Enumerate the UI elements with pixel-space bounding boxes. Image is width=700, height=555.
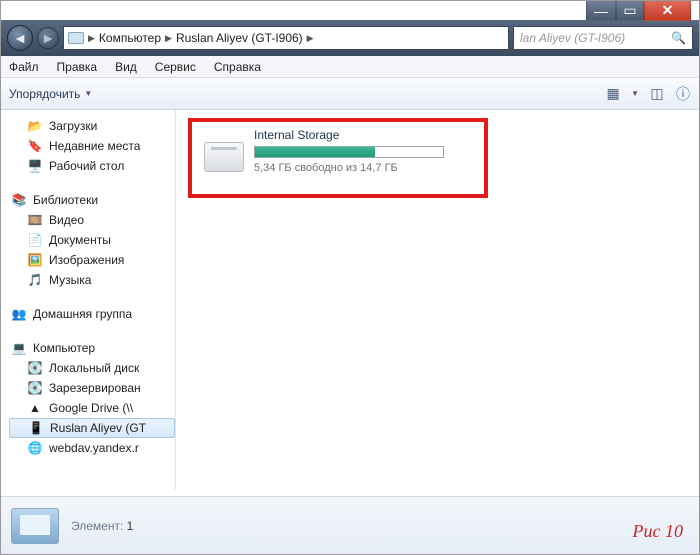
tree-gdrive[interactable]: ▲Google Drive (\\ xyxy=(9,398,175,418)
window-close-button[interactable]: ✕ xyxy=(644,1,691,21)
storage-title: Internal Storage xyxy=(254,128,444,142)
tree-recent[interactable]: 🔖Недавние места xyxy=(9,136,175,156)
tree-computer[interactable]: 💻Компьютер xyxy=(9,338,175,358)
storage-bar-fill xyxy=(255,147,375,157)
view-options-icon[interactable]: ▦ xyxy=(605,86,621,102)
chevron-right-icon: ▶ xyxy=(307,33,314,44)
document-icon: 📄 xyxy=(27,232,43,248)
preview-pane-icon[interactable]: ◫ xyxy=(649,86,665,102)
back-button[interactable]: ◄ xyxy=(7,25,33,51)
storage-subtitle: 5,34 ГБ свободно из 14,7 ГБ xyxy=(254,162,444,174)
tree-localdisk[interactable]: 💽Локальный диск xyxy=(9,358,175,378)
chevron-down-icon[interactable]: ▼ xyxy=(84,89,92,98)
drive-icon: 💽 xyxy=(27,360,43,376)
menu-bar: Файл Правка Вид Сервис Справка xyxy=(1,56,699,78)
gdrive-icon: ▲ xyxy=(27,400,43,416)
tree-homegroup[interactable]: 👥Домашняя группа xyxy=(9,304,175,324)
video-icon: 🎞️ xyxy=(27,212,43,228)
computer-icon: 💻 xyxy=(11,340,27,356)
tree-libraries[interactable]: 📚Библиотеки xyxy=(9,190,175,210)
tree-downloads[interactable]: 📂Загрузки xyxy=(9,116,175,136)
network-drive-icon: 🌐 xyxy=(27,440,43,456)
menu-tools[interactable]: Сервис xyxy=(155,60,196,74)
address-bar[interactable]: ▶ Компьютер ▶ Ruslan Aliyev (GT-I906) ▶ xyxy=(63,26,509,50)
titlebar: — ▭ ✕ xyxy=(1,1,699,20)
window-maximize-button[interactable]: ▭ xyxy=(616,1,644,21)
device-icon xyxy=(68,32,84,44)
device-icon: 📱 xyxy=(28,420,44,436)
menu-view[interactable]: Вид xyxy=(115,60,137,74)
window-minimize-button[interactable]: — xyxy=(586,1,616,21)
folder-icon: 📂 xyxy=(27,118,43,134)
breadcrumb-root[interactable]: Компьютер xyxy=(99,31,161,45)
chevron-right-icon: ▶ xyxy=(165,33,172,44)
content-pane: Internal Storage 5,34 ГБ свободно из 14,… xyxy=(176,110,699,490)
breadcrumb-device[interactable]: Ruslan Aliyev (GT-I906) xyxy=(176,31,303,45)
tree-desktop[interactable]: 🖥️Рабочий стол xyxy=(9,156,175,176)
menu-edit[interactable]: Правка xyxy=(57,60,98,74)
tree-music[interactable]: 🎵Музыка xyxy=(9,270,175,290)
device-thumb-icon xyxy=(11,508,59,544)
homegroup-icon: 👥 xyxy=(11,306,27,322)
tree-documents[interactable]: 📄Документы xyxy=(9,230,175,250)
tree-video[interactable]: 🎞️Видео xyxy=(9,210,175,230)
menu-file[interactable]: Файл xyxy=(9,60,39,74)
search-input[interactable]: lan Aliyev (GT-I906) 🔍 xyxy=(513,26,693,50)
storage-bar xyxy=(254,146,444,158)
library-icon: 📚 xyxy=(11,192,27,208)
recent-icon: 🔖 xyxy=(27,138,43,154)
forward-button[interactable]: ► xyxy=(37,27,59,49)
storage-item[interactable]: Internal Storage 5,34 ГБ свободно из 14,… xyxy=(204,128,444,174)
menu-help[interactable]: Справка xyxy=(214,60,261,74)
tree-webdav[interactable]: 🌐webdav.yandex.r xyxy=(9,438,175,458)
status-bar: Элемент: 1 Рис 10 xyxy=(1,496,699,554)
chevron-right-icon: ▶ xyxy=(88,33,95,44)
organize-button[interactable]: Упорядочить xyxy=(9,87,80,101)
desktop-icon: 🖥️ xyxy=(27,158,43,174)
status-count: 1 xyxy=(127,519,134,533)
drive-icon: 💽 xyxy=(27,380,43,396)
status-label: Элемент: xyxy=(71,519,123,533)
tree-pictures[interactable]: 🖼️Изображения xyxy=(9,250,175,270)
toolbar: Упорядочить ▼ ▦ ▼ ◫ ⓘ xyxy=(1,78,699,110)
nav-bar: ◄ ► ▶ Компьютер ▶ Ruslan Aliyev (GT-I906… xyxy=(1,20,699,56)
help-icon[interactable]: ⓘ xyxy=(675,86,691,102)
search-placeholder: lan Aliyev (GT-I906) xyxy=(520,31,625,45)
search-icon[interactable]: 🔍 xyxy=(671,31,686,45)
tree-backup[interactable]: 💽Зарезервирован xyxy=(9,378,175,398)
chevron-down-icon[interactable]: ▼ xyxy=(631,89,639,98)
drive-icon xyxy=(204,142,244,172)
figure-caption: Рис 10 xyxy=(633,521,683,542)
music-icon: 🎵 xyxy=(27,272,43,288)
pictures-icon: 🖼️ xyxy=(27,252,43,268)
nav-tree: 📂Загрузки 🔖Недавние места 🖥️Рабочий стол… xyxy=(1,110,176,490)
tree-device-selected[interactable]: 📱Ruslan Aliyev (GT xyxy=(9,418,175,438)
